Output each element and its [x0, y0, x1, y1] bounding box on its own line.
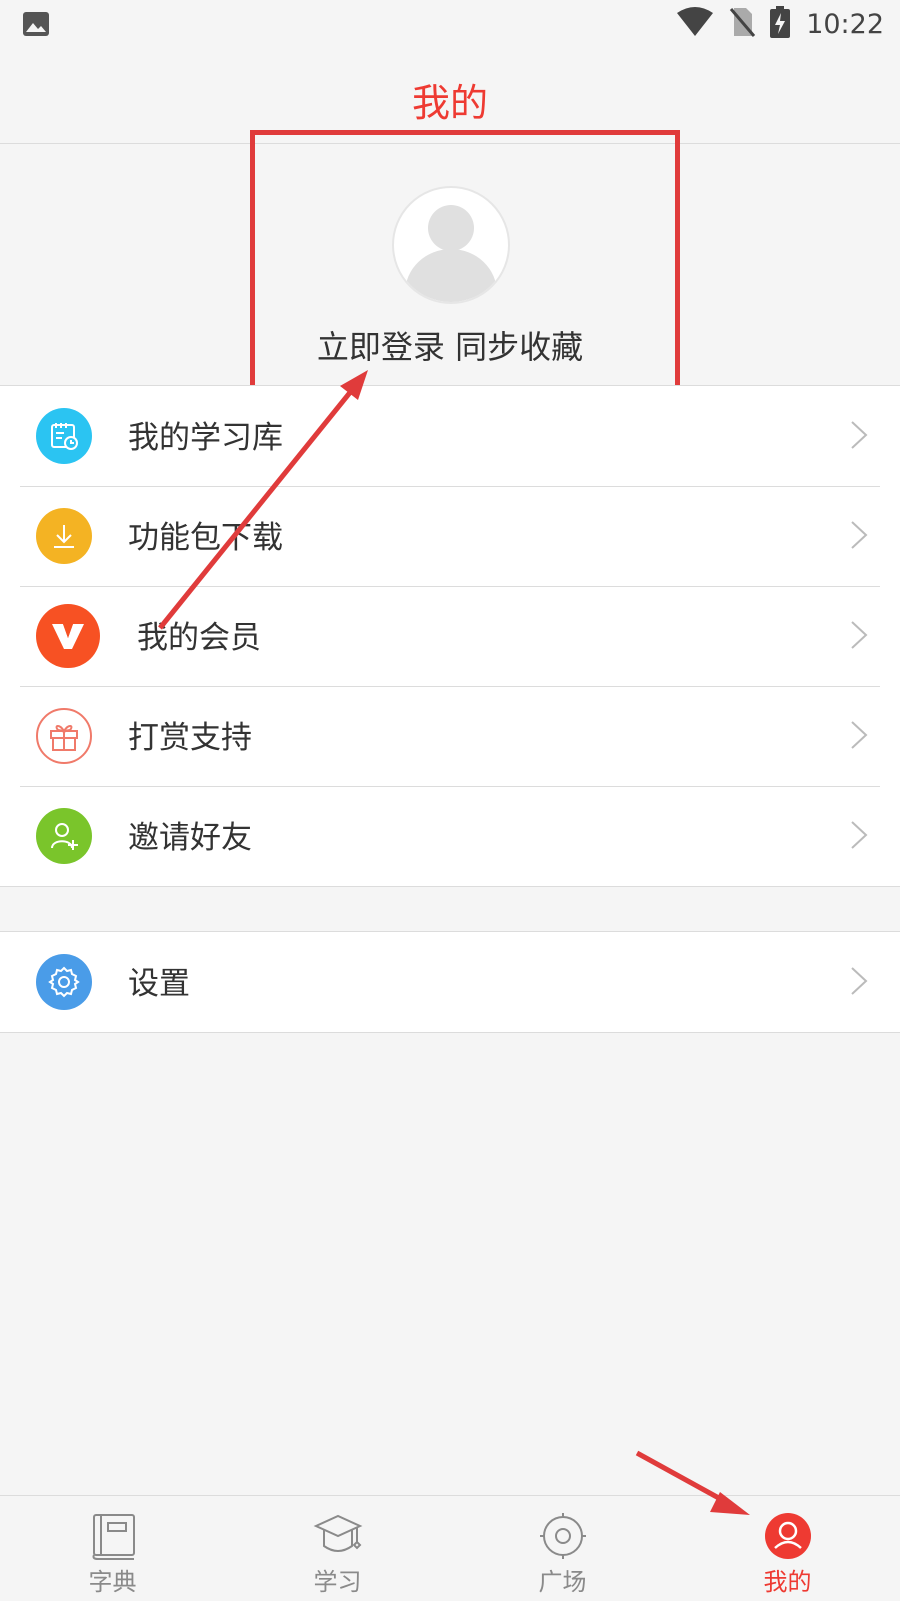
dictionary-icon [88, 1512, 138, 1560]
menu-group-main: 我的学习库 功能包下载 我的会员 打赏支持 邀请好友 [0, 385, 900, 887]
avatar[interactable] [392, 186, 510, 304]
page-title: 我的 [411, 81, 488, 125]
chevron-right-icon [850, 720, 868, 754]
menu-item-download[interactable]: 功能包下载 [0, 486, 900, 586]
login-prompt[interactable]: 立即登录 同步收藏 [0, 322, 900, 368]
clock: 10:22 [806, 8, 884, 40]
tab-label: 学习 [313, 1568, 362, 1596]
menu-item-study-library[interactable]: 我的学习库 [0, 386, 900, 486]
menu-item-invite-friends[interactable]: 邀请好友 [0, 786, 900, 886]
app-header: 我的 [0, 50, 900, 144]
menu-group-settings: 设置 [0, 931, 900, 1033]
profile-icon [763, 1512, 813, 1560]
status-bar: 10:22 [0, 0, 900, 50]
tab-label: 广场 [538, 1568, 587, 1596]
menu-label: 我的会员 [137, 620, 261, 656]
menu-label: 我的学习库 [128, 420, 283, 456]
chevron-right-icon [850, 820, 868, 854]
plaza-icon [538, 1512, 588, 1560]
chevron-right-icon [850, 966, 868, 1000]
gear-icon [36, 954, 92, 1010]
chevron-right-icon [850, 620, 868, 654]
menu-item-settings[interactable]: 设置 [0, 932, 900, 1032]
menu-item-vip[interactable]: 我的会员 [0, 586, 900, 686]
menu-label: 打赏支持 [128, 720, 252, 756]
study-library-icon [36, 408, 92, 464]
chevron-right-icon [850, 420, 868, 454]
menu-label: 邀请好友 [128, 820, 252, 856]
gallery-notification-icon [22, 10, 50, 42]
bottom-tab-bar: 字典 学习 广场 我的 [0, 1495, 900, 1601]
tab-dictionary[interactable]: 字典 [0, 1496, 225, 1601]
tab-plaza[interactable]: 广场 [450, 1496, 675, 1601]
add-friend-icon [36, 808, 92, 864]
graduation-cap-icon [313, 1512, 363, 1560]
battery-charging-icon [770, 6, 791, 42]
menu-item-reward[interactable]: 打赏支持 [0, 686, 900, 786]
tab-mine[interactable]: 我的 [675, 1496, 900, 1601]
vip-icon [36, 604, 100, 668]
tab-label: 字典 [88, 1568, 137, 1596]
profile-login-area[interactable]: 立即登录 同步收藏 [0, 144, 900, 385]
wifi-icon [676, 7, 714, 41]
no-sim-icon [728, 6, 756, 42]
tab-label: 我的 [763, 1568, 812, 1596]
gift-icon [36, 708, 92, 764]
download-icon [36, 508, 92, 564]
menu-label: 设置 [128, 966, 190, 1002]
chevron-right-icon [850, 520, 868, 554]
menu-label: 功能包下载 [128, 520, 283, 556]
tab-study[interactable]: 学习 [225, 1496, 450, 1601]
